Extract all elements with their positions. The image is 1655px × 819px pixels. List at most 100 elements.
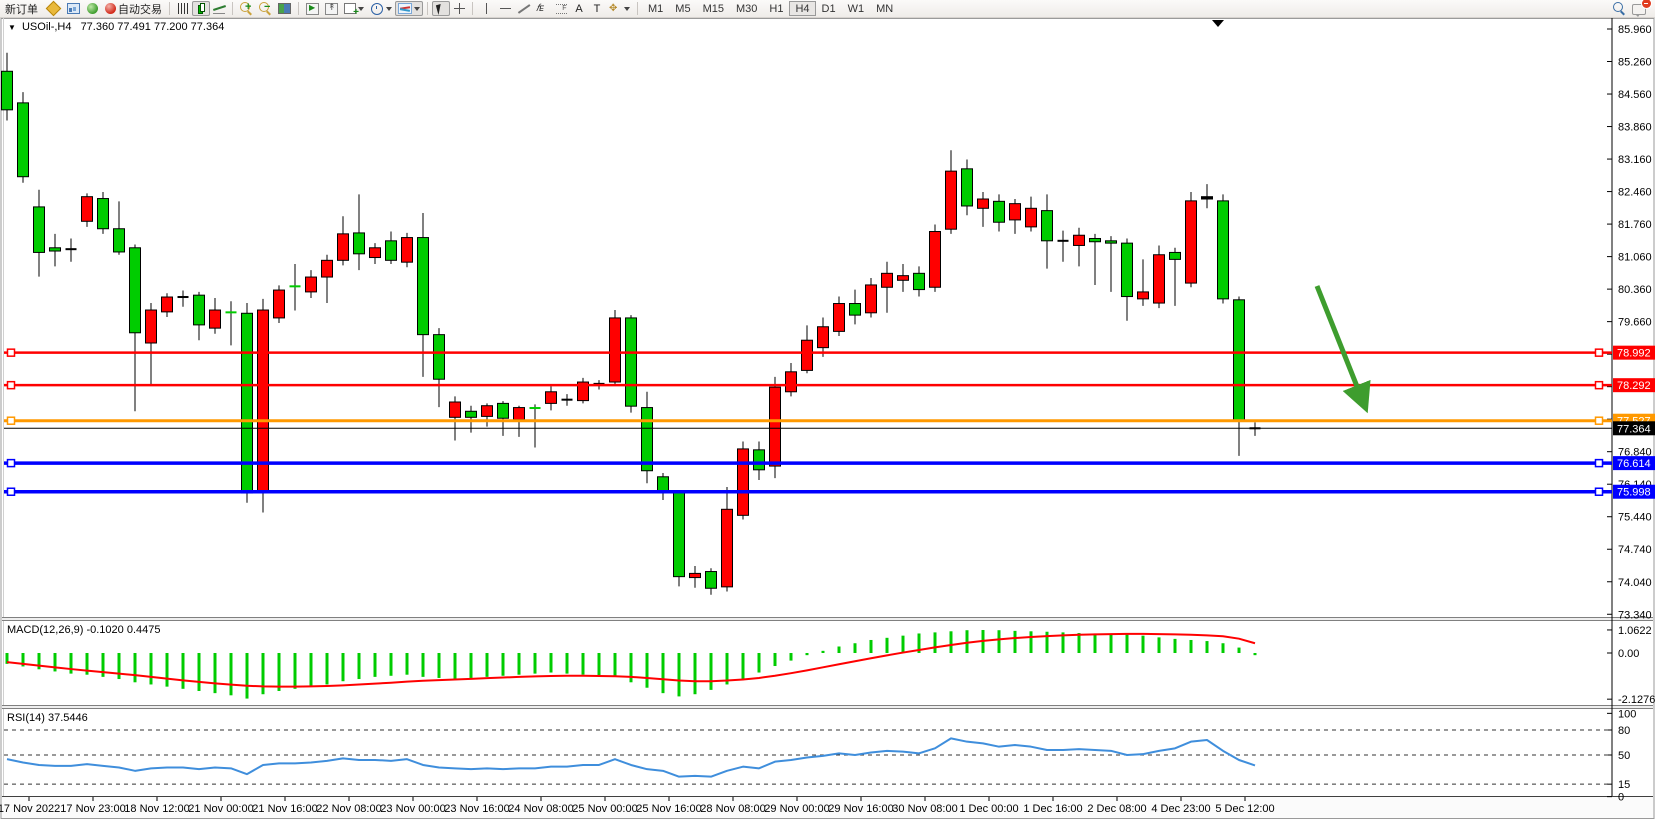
timeframe-button-H4[interactable]: H4 xyxy=(789,1,815,16)
line-chart-icon xyxy=(213,3,225,14)
notifications-button[interactable] xyxy=(1629,1,1649,16)
candlestick-chart-button[interactable] xyxy=(192,1,210,16)
time-axis-label: 2 Dec 08:00 xyxy=(1087,803,1146,815)
candlestick xyxy=(850,304,861,316)
candlestick xyxy=(658,477,669,492)
candlestick xyxy=(786,372,797,392)
price-axis-label: 74.040 xyxy=(1618,577,1652,589)
periods-button[interactable] xyxy=(367,1,395,16)
candlestick xyxy=(274,290,285,318)
price-axis-label: 85.260 xyxy=(1618,57,1652,69)
horizontal-line-button[interactable] xyxy=(496,1,515,16)
rsi-axis-label: 0 xyxy=(1618,792,1624,804)
time-axis-label: 24 Nov 08:00 xyxy=(508,803,573,815)
line-handle[interactable] xyxy=(8,382,15,389)
timeframe-button-M15[interactable]: M15 xyxy=(697,1,730,16)
zoom-in-button[interactable] xyxy=(237,1,256,16)
line-handle[interactable] xyxy=(1596,349,1603,356)
new-order-button[interactable]: 新订单 xyxy=(0,1,43,16)
candlestick xyxy=(1074,235,1085,245)
strategy-tester-button[interactable] xyxy=(322,1,341,16)
candlestick xyxy=(818,327,829,348)
collapse-triangle-icon[interactable]: ▼ xyxy=(8,23,16,32)
zoom-in-icon xyxy=(240,2,250,12)
candlestick xyxy=(946,171,957,229)
candlestick xyxy=(978,199,989,208)
timeframe-button-MN[interactable]: MN xyxy=(870,1,899,16)
crosshair-button[interactable] xyxy=(450,1,468,16)
candlestick xyxy=(498,403,509,418)
line-handle[interactable] xyxy=(1596,382,1603,389)
candlestick xyxy=(450,402,461,417)
line-handle[interactable] xyxy=(8,349,15,356)
timeframe-button-M5[interactable]: M5 xyxy=(669,1,696,16)
timeframe-button-W1[interactable]: W1 xyxy=(842,1,871,16)
price-axis-label: 73.340 xyxy=(1618,609,1652,621)
time-axis-label: 21 Nov 00:00 xyxy=(188,803,253,815)
candlestick xyxy=(834,304,845,332)
timeframe-button-M30[interactable]: M30 xyxy=(730,1,763,16)
candlestick xyxy=(306,277,317,292)
time-axis-label: 23 Nov 00:00 xyxy=(380,803,445,815)
cursor-button[interactable] xyxy=(432,1,450,16)
main-toolbar: 新订单 自动交易 𝑓ᴇ F A T ✥ M1M5M15M30H1H4D1W1MN xyxy=(0,0,1655,18)
price-axis-label: 79.660 xyxy=(1618,317,1652,329)
gem-icon[interactable] xyxy=(43,1,64,16)
candlestick xyxy=(738,449,749,515)
rsi-label: RSI(14) 37.5446 xyxy=(7,712,88,724)
candlestick xyxy=(914,273,925,289)
chart-title: ▼ USOil-,H4 77.360 77.491 77.200 77.364 xyxy=(8,21,224,33)
zoom-out-button[interactable] xyxy=(256,1,275,16)
expert-advisors-button[interactable] xyxy=(303,1,322,16)
autotrading-button[interactable]: 自动交易 xyxy=(102,1,165,16)
indicators-icon xyxy=(398,3,412,14)
timeframe-button-H1[interactable]: H1 xyxy=(763,1,789,16)
candlestick xyxy=(802,340,813,370)
line-handle[interactable] xyxy=(1596,417,1603,424)
tile-windows-button[interactable] xyxy=(275,1,294,16)
time-axis-label: 30 Nov 08:00 xyxy=(892,803,957,815)
line-handle[interactable] xyxy=(8,488,15,495)
candlestick xyxy=(466,411,477,417)
candlestick xyxy=(1186,201,1197,283)
horizontal-line-icon xyxy=(500,8,511,9)
candlestick xyxy=(1170,252,1181,259)
line-handle[interactable] xyxy=(1596,460,1603,467)
timeframe-button-M1[interactable]: M1 xyxy=(642,1,669,16)
chart-area: 85.96085.26084.56083.86083.16082.46081.7… xyxy=(0,0,1655,819)
line-chart-button[interactable] xyxy=(210,1,228,16)
fibonacci-button[interactable]: 𝑓ᴇ xyxy=(533,1,552,16)
line-handle[interactable] xyxy=(8,417,15,424)
macd-axis-label: -2.1276 xyxy=(1618,694,1655,706)
candlestick xyxy=(370,248,381,258)
chart-window-icon[interactable] xyxy=(64,1,83,16)
channel-button[interactable]: F xyxy=(552,1,570,16)
bar-chart-button[interactable] xyxy=(174,1,192,16)
fibonacci-icon: 𝑓ᴇ xyxy=(536,2,549,15)
price-axis-label: 74.740 xyxy=(1618,544,1652,556)
candlestick xyxy=(114,229,125,252)
candlestick xyxy=(1106,241,1117,243)
vertical-line-button[interactable] xyxy=(477,1,496,16)
rsi-axis-label: 80 xyxy=(1618,725,1630,737)
time-axis-label: 25 Nov 00:00 xyxy=(572,803,637,815)
text-button[interactable]: A xyxy=(570,1,588,16)
candlestick xyxy=(882,273,893,287)
indicators-button[interactable] xyxy=(395,1,423,16)
trendline-button[interactable] xyxy=(515,1,533,16)
text-label-button[interactable]: T xyxy=(588,1,606,16)
trendline-icon xyxy=(518,4,530,14)
cursor-icon xyxy=(435,3,446,15)
line-handle[interactable] xyxy=(8,460,15,467)
timeframe-button-D1[interactable]: D1 xyxy=(816,1,842,16)
candlestick xyxy=(50,248,61,251)
signal-icon[interactable] xyxy=(83,1,102,16)
candlestick xyxy=(402,238,413,263)
candlestick xyxy=(610,318,621,382)
search-button[interactable] xyxy=(1610,1,1629,16)
line-handle[interactable] xyxy=(1596,488,1603,495)
candlestick xyxy=(642,408,653,471)
new-chart-button[interactable] xyxy=(341,1,367,16)
candlestick xyxy=(546,392,557,404)
shapes-button[interactable]: ✥ xyxy=(606,1,633,16)
